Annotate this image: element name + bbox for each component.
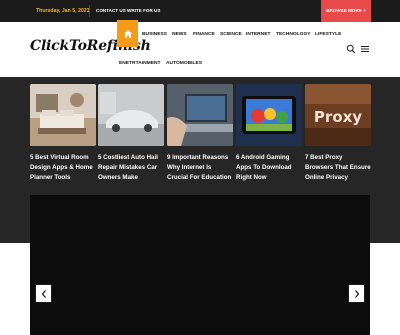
post-title[interactable]: 5 Best Virtual Room Design Apps & Home P… — [30, 153, 96, 182]
browse-more-button[interactable]: BROWSE MORE + — [321, 0, 371, 22]
post-card[interactable]: 6 Android Gaming Apps To Download Right … — [236, 84, 302, 182]
top-bar: Thursday, Jan 5, 2023 CONTACT US WRITE F… — [0, 0, 400, 22]
nav-news[interactable]: NEWS — [172, 32, 187, 37]
post-thumbnail[interactable] — [236, 84, 302, 146]
post-title[interactable]: 7 Best Proxy Browsers That Ensure Online… — [305, 153, 371, 182]
contact-us-link[interactable]: CONTACT US — [96, 0, 126, 22]
post-title[interactable]: 9 Important Reasons Why Internet Is Cruc… — [167, 153, 233, 182]
nav-lifestyle[interactable]: LIFESTYLE — [315, 32, 341, 37]
post-card[interactable]: 5 Best Virtual Room Design Apps & Home P… — [30, 84, 96, 182]
nav-science[interactable]: SCIENCE — [220, 32, 242, 37]
nav-finance[interactable]: FINANCE — [193, 32, 215, 37]
nav-internet[interactable]: INTERNET — [246, 32, 270, 37]
nav-automobiles[interactable]: AUTOMOBILES — [166, 61, 202, 66]
slider-next-button[interactable] — [348, 284, 365, 303]
menu-icon[interactable] — [360, 44, 370, 54]
post-card[interactable]: 9 Important Reasons Why Internet Is Cruc… — [167, 84, 233, 182]
home-button[interactable] — [117, 20, 138, 47]
nav-entertainment[interactable]: ENETRTAINMENT — [119, 61, 160, 66]
post-thumbnail[interactable]: Proxy — [305, 84, 371, 146]
chevron-right-icon — [354, 289, 359, 298]
site-header: ClickToRefinish BUSINESS NEWS FINANCE SC… — [0, 20, 400, 77]
nav-technology[interactable]: TECHNOLOGY — [276, 32, 311, 37]
write-for-us-link[interactable]: WRITE FOR US — [127, 0, 160, 22]
chevron-left-icon — [41, 289, 46, 298]
post-thumbnail[interactable] — [98, 84, 164, 146]
post-thumbnail[interactable] — [167, 84, 233, 146]
post-title[interactable]: 5 Costliest Auto Hail Repair Mistakes Ca… — [98, 153, 164, 182]
post-thumbnail[interactable] — [30, 84, 96, 146]
proxy-image-text: Proxy — [314, 108, 362, 126]
post-card[interactable]: 5 Costliest Auto Hail Repair Mistakes Ca… — [98, 84, 164, 182]
post-title[interactable]: 6 Android Gaming Apps To Download Right … — [236, 153, 302, 182]
search-icon[interactable] — [346, 44, 356, 54]
nav-business[interactable]: BUSINESS — [142, 32, 167, 37]
home-icon — [123, 29, 132, 38]
post-card[interactable]: Proxy 7 Best Proxy Browsers That Ensure … — [305, 84, 371, 182]
current-date: Thursday, Jan 5, 2023 — [36, 8, 90, 14]
divider — [89, 5, 90, 17]
slider-prev-button[interactable] — [35, 284, 52, 303]
featured-slider — [30, 195, 370, 335]
